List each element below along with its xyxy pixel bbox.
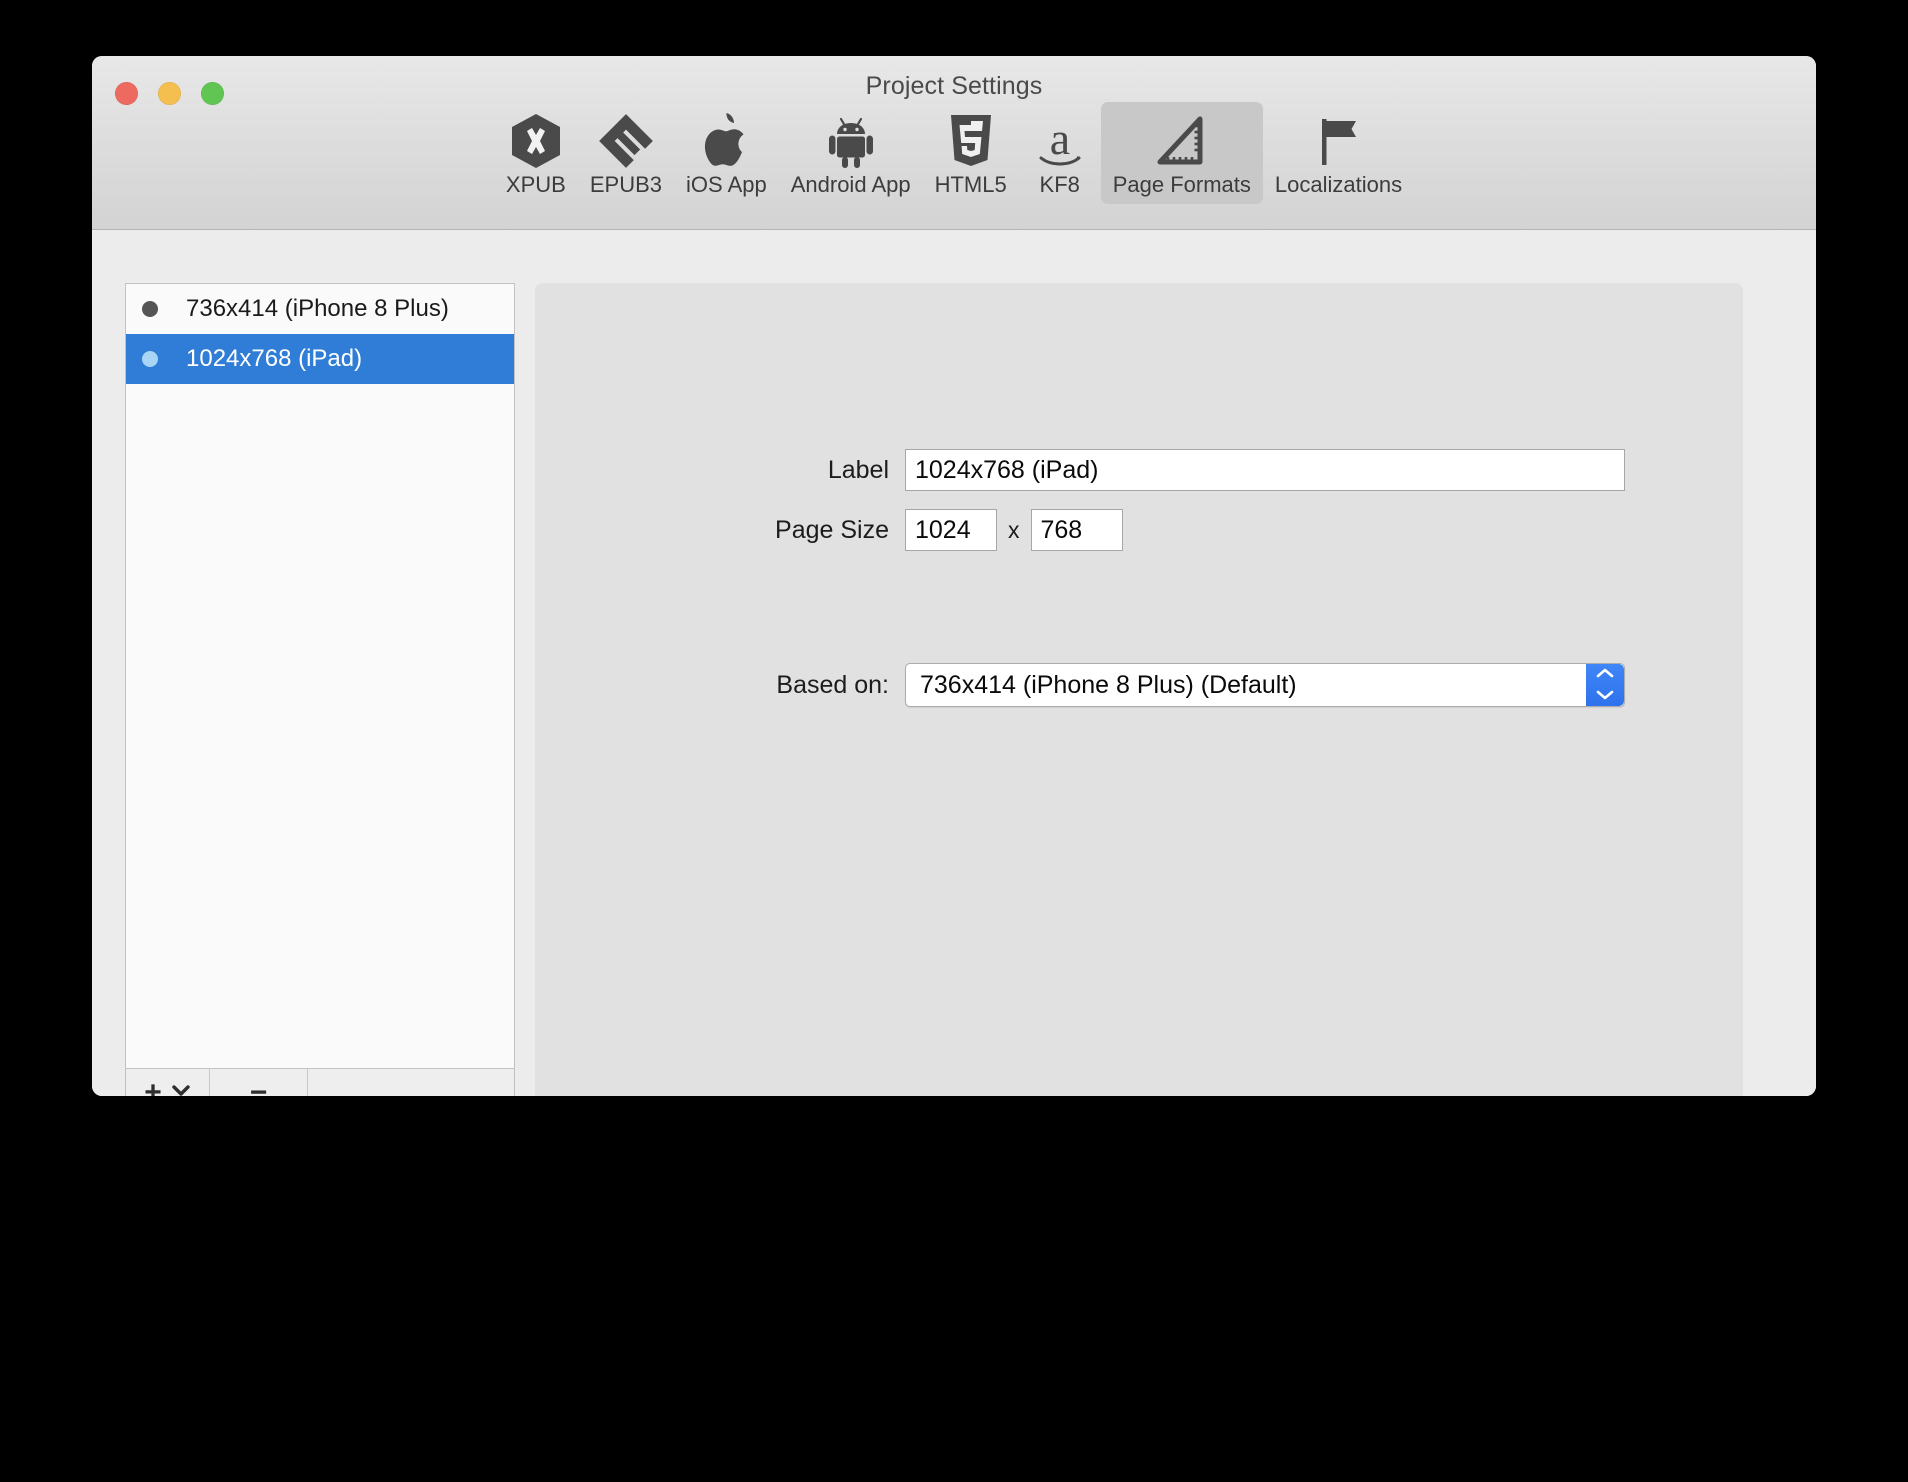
toolbar-item-ios-app[interactable]: iOS App [674, 102, 779, 204]
chevron-down-icon [171, 1083, 191, 1096]
toolbar-item-android-app[interactable]: Android App [779, 102, 923, 204]
page-height-input[interactable] [1030, 509, 1123, 551]
footer-spacer [308, 1069, 514, 1096]
toolbar-item-page-formats[interactable]: Page Formats [1100, 102, 1263, 205]
toolbar-item-localizations[interactable]: Localizations [1263, 102, 1414, 204]
svg-text:a: a [1050, 113, 1070, 164]
page-size-row: Page Size x [535, 509, 1743, 551]
toolbar-item-label: iOS App [686, 172, 767, 197]
toolbar-item-epub3[interactable]: EPUB3 [578, 102, 674, 204]
label-field-caption: Label [827, 455, 889, 484]
label-input[interactable] [905, 449, 1625, 491]
apple-icon [697, 112, 755, 170]
settings-toolbar: XPUB EPUB3 iOS App Android App HTML5 a K… [92, 102, 1816, 208]
page-format-list[interactable]: 736x414 (iPhone 8 Plus) 1024x768 (iPad) [126, 284, 514, 1068]
list-item[interactable]: 1024x768 (iPad) [126, 334, 514, 384]
based-on-selected-value: 736x414 (iPhone 8 Plus) (Default) [920, 670, 1297, 699]
label-field-row: Label [535, 449, 1743, 491]
xpub-hexagon-icon [507, 112, 565, 170]
page-size-caption: Page Size [775, 515, 889, 544]
remove-page-format-button[interactable]: − [210, 1069, 308, 1096]
toolbar-item-label: HTML5 [934, 172, 1007, 197]
dimension-separator: x [1008, 516, 1020, 543]
remove-button-label: − [249, 1075, 268, 1096]
status-dot-icon [142, 301, 158, 317]
toolbar-item-label: KF8 [1039, 172, 1080, 197]
project-settings-window: Project Settings XPUB EPUB3 iOS App Andr… [92, 56, 1816, 1096]
toolbar-item-kf8[interactable]: a KF8 [1019, 102, 1101, 204]
flag-icon [1309, 112, 1367, 170]
based-on-select[interactable]: 736x414 (iPhone 8 Plus) (Default) [905, 663, 1625, 707]
list-item-label: 1024x768 (iPad) [186, 345, 363, 372]
status-dot-icon [142, 351, 158, 367]
based-on-caption: Based on: [776, 670, 889, 699]
add-button-label: + [144, 1075, 162, 1096]
window-title: Project Settings [865, 72, 1043, 100]
chevron-up-icon [1595, 666, 1615, 684]
android-icon [822, 112, 880, 170]
chevron-down-icon [1595, 687, 1615, 705]
amazon-icon: a [1031, 112, 1089, 170]
toolbar-item-label: Localizations [1274, 172, 1403, 197]
toolbar-item-label: Page Formats [1112, 172, 1251, 197]
page-formats-sidebar: 736x414 (iPhone 8 Plus) 1024x768 (iPad) … [125, 283, 515, 1096]
toolbar-item-html5[interactable]: HTML5 [923, 102, 1019, 204]
window-titlebar: Project Settings XPUB EPUB3 iOS App Andr… [92, 56, 1816, 230]
settings-body: 736x414 (iPhone 8 Plus) 1024x768 (iPad) … [92, 230, 1816, 1096]
sidebar-footer-toolbar: + − [126, 1068, 514, 1096]
epub3-icon [597, 112, 655, 170]
list-item-label: 736x414 (iPhone 8 Plus) [186, 295, 449, 322]
set-square-icon [1153, 112, 1211, 170]
toolbar-item-label: EPUB3 [589, 172, 662, 197]
toolbar-item-label: XPUB [505, 172, 566, 197]
based-on-row: Based on: 736x414 (iPhone 8 Plus) (Defau… [535, 663, 1743, 707]
add-page-format-button[interactable]: + [126, 1069, 210, 1096]
stepper-control[interactable] [1586, 664, 1624, 706]
toolbar-item-xpub[interactable]: XPUB [494, 102, 578, 204]
toolbar-item-label: Android App [790, 172, 911, 197]
html5-shield-icon [942, 112, 1000, 170]
list-item[interactable]: 736x414 (iPhone 8 Plus) [126, 284, 514, 334]
page-format-detail-panel: Label Page Size x Based on: 736x414 (iPh… [535, 283, 1743, 1096]
page-width-input[interactable] [905, 509, 997, 551]
